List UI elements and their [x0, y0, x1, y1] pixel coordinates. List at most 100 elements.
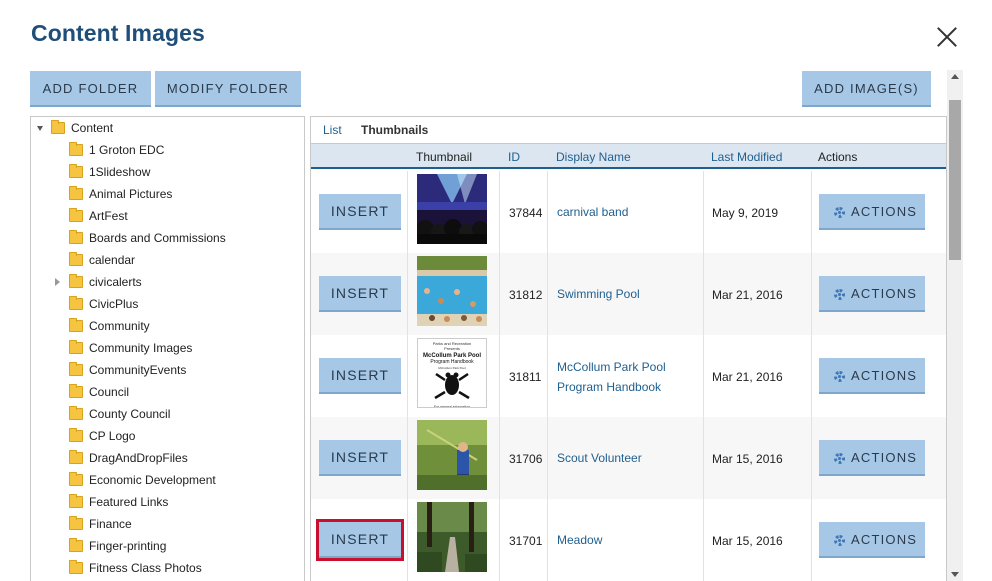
folder-icon [69, 164, 83, 178]
tree-item[interactable]: Animal Pictures [69, 183, 172, 205]
cell-display-name[interactable]: Meadow [557, 530, 697, 550]
tree-item[interactable]: 1Slideshow [69, 161, 150, 183]
scrollbar-thumb[interactable] [949, 100, 961, 260]
display-name-line: Meadow [557, 533, 603, 547]
table-header: Thumbnail ID Display Name Last Modified … [311, 143, 946, 169]
tree-item-label: Economic Development [89, 473, 216, 487]
folder-tree: Content 1 Groton EDC 1Slideshow Animal Pic… [30, 116, 305, 581]
close-icon[interactable] [936, 26, 958, 48]
tree-item-root[interactable]: Content [37, 117, 113, 139]
tree-item-label: County Council [89, 407, 171, 421]
tree-item[interactable]: Council [69, 381, 129, 403]
add-images-button[interactable]: ADD IMAGE(S) [802, 71, 931, 107]
column-divider [811, 417, 812, 499]
actions-label: ACTIONS [851, 204, 918, 219]
insert-button[interactable]: INSERT [319, 440, 401, 476]
scroll-down-icon[interactable] [951, 572, 959, 577]
tree-item-label: Content [71, 121, 114, 135]
expand-closed-icon[interactable] [55, 278, 60, 286]
actions-button[interactable]: ACTIONS [819, 358, 925, 394]
cell-id: 37844 [509, 206, 543, 220]
tree-item[interactable]: DragAndDropFiles [69, 447, 188, 469]
folder-icon [69, 296, 83, 310]
folder-icon [69, 428, 83, 442]
column-divider [499, 253, 500, 335]
tree-item[interactable]: civicalerts [55, 271, 142, 293]
add-folder-button[interactable]: ADD FOLDER [30, 71, 151, 107]
insert-button[interactable]: INSERT [319, 358, 401, 394]
expand-open-icon[interactable] [37, 125, 43, 131]
tab-list[interactable]: List [323, 123, 342, 137]
column-divider [703, 171, 704, 253]
table-row: INSERT 31701 Meadow Mar 15, 2016 ACTIONS [311, 499, 946, 581]
handbook-text: Presents [444, 346, 460, 351]
tree-item-label: CP Logo [89, 429, 136, 443]
header-display-name[interactable]: Display Name [556, 150, 631, 164]
modify-folder-button[interactable]: MODIFY FOLDER [155, 71, 301, 107]
insert-button[interactable]: INSERT [319, 194, 401, 230]
folder-icon [69, 494, 83, 508]
display-name-line: McCollum Park Pool [557, 360, 666, 374]
column-divider [703, 499, 704, 581]
tree-item-label: calendar [89, 253, 136, 267]
folder-icon [69, 142, 83, 156]
tree-item[interactable]: Community Images [69, 337, 192, 359]
folder-icon [69, 208, 83, 222]
frog-icon [434, 372, 470, 400]
tree-item[interactable]: ArtFest [69, 205, 128, 227]
folder-icon [69, 362, 83, 376]
cell-display-name[interactable]: carnival band [557, 202, 697, 222]
column-divider [499, 335, 500, 417]
header-last-modified[interactable]: Last Modified [711, 150, 782, 164]
actions-label: ACTIONS [851, 532, 918, 547]
tree-item[interactable]: calendar [69, 249, 135, 271]
tree-item[interactable]: Finance [69, 513, 132, 535]
vertical-scrollbar[interactable] [947, 70, 963, 581]
column-divider [547, 335, 548, 417]
tree-item[interactable]: Community [69, 315, 150, 337]
column-divider [407, 171, 408, 253]
tree-item[interactable]: County Council [69, 403, 170, 425]
thumbnail-image [417, 502, 487, 572]
tree-item[interactable]: CivicPlus [69, 293, 138, 315]
tree-item[interactable]: Featured Links [69, 491, 168, 513]
tree-item-label: Fitness Class Photos [89, 561, 202, 575]
table-row: INSERT Parks and Recreation Presents McColl… [311, 335, 946, 417]
tree-item[interactable]: CP Logo [69, 425, 135, 447]
scroll-up-icon[interactable] [951, 74, 959, 79]
cell-id: 31701 [509, 534, 543, 548]
tab-thumbnails[interactable]: Thumbnails [361, 123, 428, 137]
handbook-text: Program Handbook [430, 359, 474, 365]
tree-item-label: Community [89, 319, 150, 333]
image-panel: List Thumbnails Thumbnail ID Display Nam… [310, 116, 947, 581]
tree-item[interactable]: Economic Development [69, 469, 216, 491]
header-actions: Actions [818, 150, 858, 164]
tree-item[interactable]: 1 Groton EDC [69, 139, 164, 161]
cell-display-name[interactable]: Swimming Pool [557, 284, 697, 304]
cell-display-name[interactable]: McCollum Park Pool Program Handbook [557, 357, 697, 397]
header-id[interactable]: ID [508, 150, 520, 164]
tree-item-label: ArtFest [89, 209, 128, 223]
folder-icon [51, 120, 65, 134]
view-tabs: List Thumbnails [311, 117, 946, 143]
tree-item[interactable]: Boards and Commissions [69, 227, 226, 249]
tree-item[interactable]: CommunityEvents [69, 359, 186, 381]
insert-button[interactable]: INSERT [319, 276, 401, 312]
cell-last-modified: Mar 15, 2016 [712, 452, 783, 466]
insert-button[interactable]: INSERT [316, 519, 404, 561]
cell-display-name[interactable]: Scout Volunteer [557, 448, 697, 468]
tree-item[interactable]: Fitness Class Photos [69, 557, 202, 579]
display-name-line: carnival band [557, 205, 629, 219]
cell-id: 31706 [509, 452, 543, 466]
cell-last-modified: May 9, 2019 [712, 206, 779, 220]
tree-item[interactable]: Finger-printing [69, 535, 166, 557]
cell-last-modified: Mar 15, 2016 [712, 534, 783, 548]
column-divider [407, 335, 408, 417]
column-divider [547, 499, 548, 581]
column-divider [547, 253, 548, 335]
actions-button[interactable]: ACTIONS [819, 276, 925, 312]
actions-button[interactable]: ACTIONS [819, 194, 925, 230]
actions-button[interactable]: ACTIONS [819, 522, 925, 558]
actions-button[interactable]: ACTIONS [819, 440, 925, 476]
folder-icon [69, 384, 83, 398]
